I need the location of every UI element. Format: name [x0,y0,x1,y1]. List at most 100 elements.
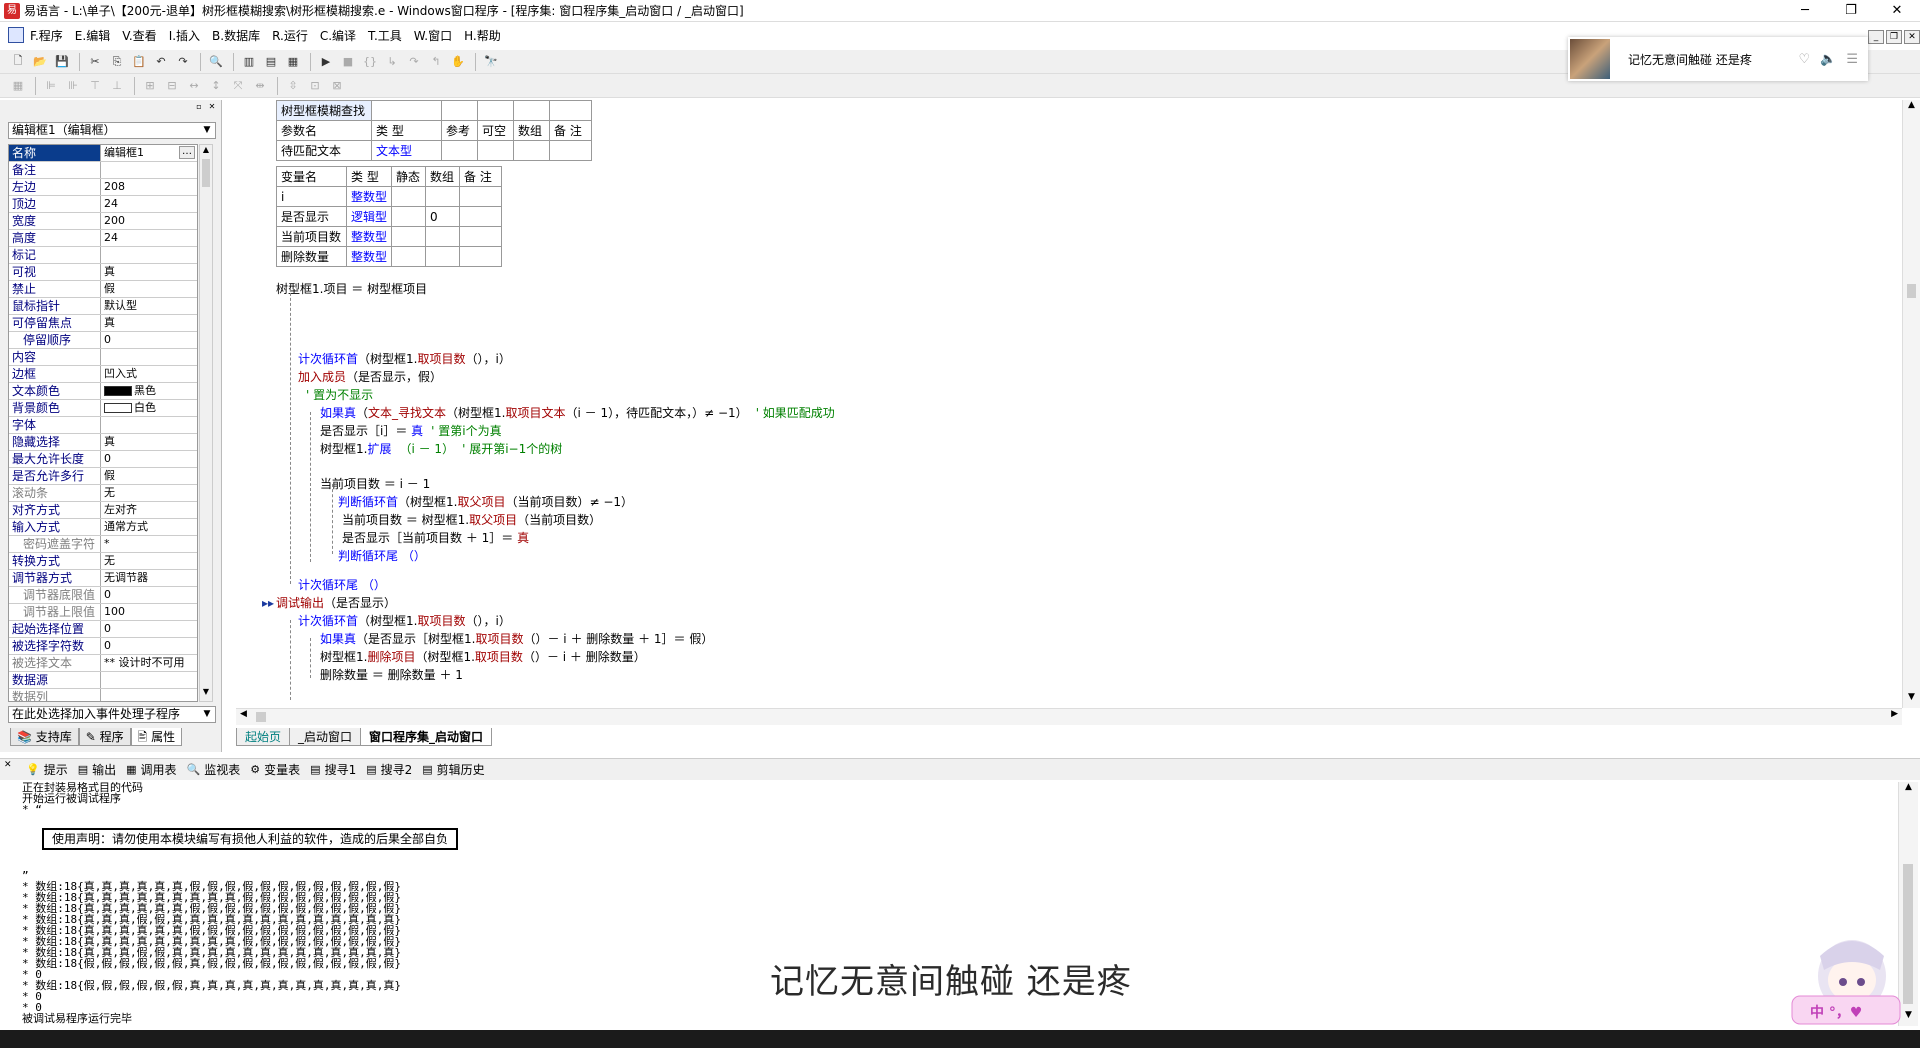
align-top-icon[interactable]: ⊤ [85,77,105,95]
param-name[interactable]: 待匹配文本 [276,140,372,161]
output-tab-6[interactable]: ▤ 搜寻2 [366,761,412,778]
property-row[interactable]: 停留顺序 0 [9,332,197,349]
property-row[interactable]: 内容 [9,349,197,366]
run-icon[interactable]: ▶ [316,53,336,71]
output-tab-1[interactable]: ▤ 输出 [78,761,116,778]
output-tab-4[interactable]: ⚙ 变量表 [250,761,300,778]
code-line[interactable]: 如果真（是否显示［树型框1.取项目数（）－ i ＋ 删除数量 ＋ 1］＝ 假） [320,630,713,648]
property-row[interactable]: 边框 凹入式 [9,366,197,383]
property-row[interactable]: 被选择文本 ** 设计时不可用 [9,655,197,672]
layout2-icon[interactable]: ▤ [261,53,281,71]
menu-run[interactable]: R.运行 [272,27,308,44]
var-type[interactable]: 整数型 [345,226,393,247]
var-type[interactable]: 整数型 [345,246,393,267]
property-row[interactable]: 可停留焦点真 [9,315,197,332]
var-array[interactable] [425,246,461,267]
same-size-icon[interactable]: ⤧ [228,77,248,95]
mascot-widget[interactable]: 中 °，♥ [1790,926,1902,1026]
output-tab-0[interactable]: 💡 提示 [26,761,68,778]
space-h-icon[interactable]: ⇹ [250,77,270,95]
property-row[interactable]: 文本颜色 黑色 [9,383,197,400]
var-type[interactable]: 整数型 [345,186,393,207]
property-value[interactable]: 0 [101,332,197,348]
property-row[interactable]: 输入方式 通常方式 [9,519,197,536]
code-line[interactable]: 如果真（文本_寻找文本（树型框1.取项目文本（i － 1），待匹配文本，）≠ −… [320,404,835,422]
chevron-down-icon[interactable]: ▼ [200,124,214,137]
code-line[interactable]: 树型框1.扩展 （i － 1） ' 展开第i−1个的树 [320,440,562,458]
property-row[interactable]: 左边 208 [9,179,197,196]
property-scrollbar[interactable]: ▲ ▼ [199,144,213,702]
property-row[interactable]: 滚动条无 [9,485,197,502]
property-value[interactable]: 100 [101,604,197,620]
property-value[interactable]: 24 [101,196,197,212]
param-type[interactable]: 文本型 [371,140,442,161]
tab-program[interactable]: ✎ 程序 [78,728,131,746]
align-grid-icon[interactable]: ▦ [8,77,28,95]
var-name[interactable]: 是否显示 [276,206,347,227]
tab-start-page[interactable]: 起始页 [236,728,291,746]
code-line[interactable]: 当前项目数 ＝ i － 1 [320,475,430,493]
code-line[interactable]: 树型框1.删除项目（树型框1.取项目数（）－ i ＋ 删除数量） [320,648,646,666]
redo-icon[interactable]: ↷ [173,53,193,71]
code-line[interactable]: 判断循环尾 （） [338,547,426,565]
sub-name[interactable]: 树型框模糊查找 [276,100,372,121]
property-value[interactable]: 假 [101,281,197,297]
tab-support-lib[interactable]: 📚 支持库 [10,728,79,746]
property-row[interactable]: 转换方式无 [9,553,197,570]
editor-horizontal-scrollbar[interactable]: ◀ ▶ [236,708,1902,725]
property-value[interactable]: 208 [101,179,197,195]
property-row[interactable]: 背景颜色 白色 [9,400,197,417]
mdi-close-button[interactable]: ✕ [1904,30,1920,44]
new-icon[interactable]: 🗋 [8,53,28,71]
property-value[interactable]: 0 [101,621,197,637]
close-button[interactable]: ✕ [1874,0,1920,22]
property-value[interactable]: 黑色 [101,383,197,399]
property-row[interactable]: 可视真 [9,264,197,281]
property-row[interactable]: 字体 [9,417,197,434]
property-row[interactable]: 备注 [9,162,197,179]
menu-insert[interactable]: I.插入 [169,27,200,44]
property-row[interactable]: 起始选择位置 0 [9,621,197,638]
undo-icon[interactable]: ↶ [151,53,171,71]
property-value[interactable]: 0 [101,451,197,467]
var-name[interactable]: 当前项目数 [276,226,347,247]
property-row[interactable]: 标记 [9,247,197,264]
mdi-minimize-button[interactable]: _ [1868,30,1884,44]
property-value[interactable] [101,247,197,263]
property-row[interactable]: 顶边 24 [9,196,197,213]
property-value[interactable]: 0 [101,587,197,603]
output-tab-3[interactable]: 🔍 监视表 [187,761,241,778]
layout3-icon[interactable]: ▦ [283,53,303,71]
step-into-icon[interactable]: ↳ [382,53,402,71]
code-line[interactable]: 判断循环首（树型框1.取父项目（当前项目数）≠ −1） [338,493,633,511]
code-line[interactable]: 树型框1.项目 ＝ 树型框项目 [276,280,427,298]
var-type[interactable]: 逻辑型 [345,206,393,227]
align-left-icon[interactable]: ⊫ [41,77,61,95]
output-tab-5[interactable]: ▤ 搜寻1 [310,761,356,778]
property-value[interactable]: * [101,536,197,552]
menu-compile[interactable]: C.编译 [320,27,356,44]
output-tab-2[interactable]: ▦ 调用表 [126,761,176,778]
var-row[interactable]: 删除数量 整数型 [276,246,503,267]
tab-window-program-set[interactable]: 窗口程序集_启动窗口 [360,728,493,746]
code-editor[interactable]: 树型框模糊查找 参数名 类 型 参考 可空 数组 备 注 待匹配文本 文本型 变… [240,100,1900,708]
save-icon[interactable]: 💾 [52,53,72,71]
code-line[interactable]: ' 置为不显示 [306,386,373,404]
property-row[interactable]: 最大允许长度 0 [9,451,197,468]
code-line[interactable]: 调试输出（是否显示） [276,594,396,612]
code-line[interactable]: 计次循环首（树型框1.取项目数（），i） [298,350,511,368]
menu-help[interactable]: H.帮助 [464,27,501,44]
property-value[interactable]: 无 [101,553,197,569]
mdi-restore-button[interactable]: ❐ [1886,30,1902,44]
code-line[interactable]: 是否显示［当前项目数 ＋ 1］＝ 真 [342,529,529,547]
code-line[interactable]: 删除数量 ＝ 删除数量 ＋ 1 [320,666,463,684]
minimize-button[interactable]: ─ [1782,0,1828,22]
property-row[interactable]: 数据源 [9,672,197,689]
var-array[interactable] [425,186,461,207]
menu-edit[interactable]: E.编辑 [75,27,110,44]
property-row[interactable]: 禁止假 [9,281,197,298]
panel-close-icon[interactable]: ✕ [207,102,217,112]
property-value[interactable] [101,689,197,701]
code-line[interactable]: 加入成员（是否显示，假） [298,368,442,386]
property-value[interactable]: 默认型 [101,298,197,314]
